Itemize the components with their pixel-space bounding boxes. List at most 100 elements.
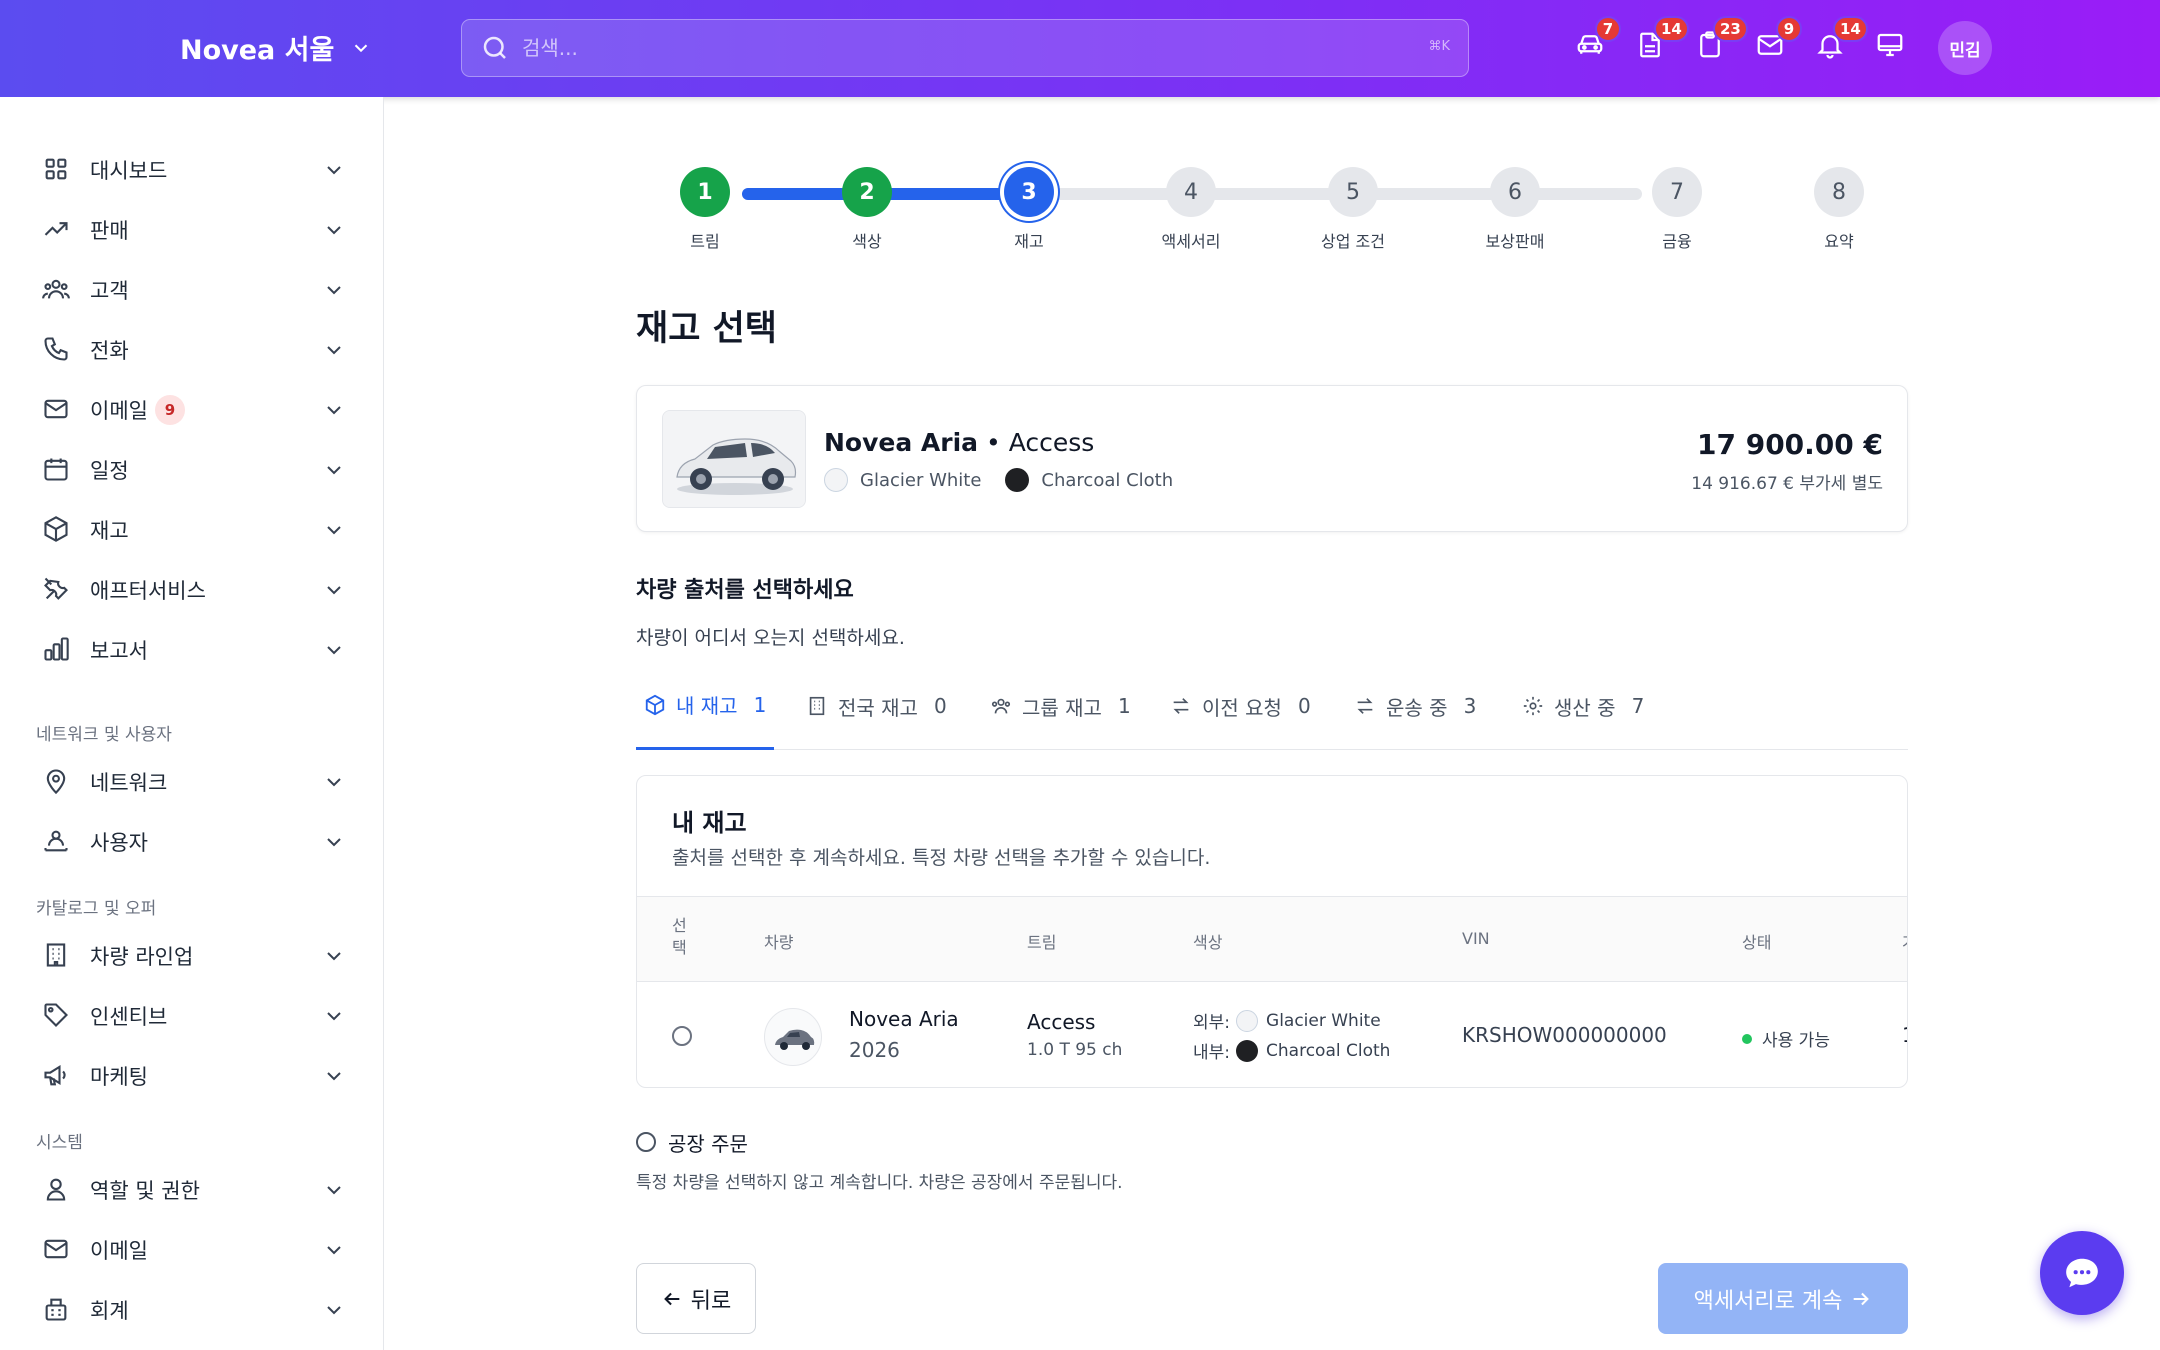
search-input[interactable] xyxy=(522,36,1382,60)
mail-badge: 9 xyxy=(1776,16,1802,42)
sidebar-item-lineup[interactable]: 차량 라인업 xyxy=(0,928,384,984)
column-header-vin: VIN xyxy=(1462,929,1490,948)
megaphone-icon xyxy=(42,1061,72,1091)
transfer-icon xyxy=(1173,698,1189,714)
gear-icon xyxy=(1523,696,1543,716)
email-count-badge: 9 xyxy=(155,395,185,425)
sidebar-item-customers[interactable]: 고객 xyxy=(0,262,384,318)
tab-label: 전국 재고 xyxy=(838,695,918,720)
cash-register-icon xyxy=(42,1295,72,1325)
tab-label: 이전 요청 xyxy=(1202,695,1282,720)
step-label: 액세서리 xyxy=(1161,232,1221,251)
row-vehicle-year: 2026 xyxy=(849,1038,900,1062)
header-display-button[interactable] xyxy=(1875,30,1911,66)
sidebar-item-after-service[interactable]: 애프터서비스 xyxy=(0,562,384,618)
tab-in-production[interactable]: 생산 중 7 xyxy=(1522,680,1644,750)
bar-chart-icon xyxy=(42,635,72,665)
user-network-icon xyxy=(42,827,72,857)
car-badge: 7 xyxy=(1595,16,1621,42)
step-1[interactable]: 1 xyxy=(680,167,730,217)
step-5[interactable]: 5 xyxy=(1328,167,1378,217)
step-label: 트림 xyxy=(690,232,720,251)
sidebar-item-phone[interactable]: 전화 xyxy=(0,322,384,378)
vehicle-price-excl-vat: 14 916.67 € 부가세 별도 xyxy=(1691,474,1883,494)
vehicle-price: 17 900.00 € xyxy=(1697,428,1883,461)
sidebar-item-accounting[interactable]: 회계 xyxy=(0,1282,384,1338)
sidebar-item-email[interactable]: 이메일 9 xyxy=(0,382,384,438)
table-header: 선택 차량 트림 색상 VIN 상태 가 xyxy=(637,896,1907,982)
factory-order-radio[interactable] xyxy=(636,1132,656,1152)
step-label: 색상 xyxy=(852,232,882,251)
interior-label: 내부: xyxy=(1193,1043,1231,1063)
sidebar-item-users[interactable]: 사용자 xyxy=(0,814,384,870)
step-3[interactable]: 3 xyxy=(1004,167,1054,217)
tab-count: 1 xyxy=(1117,694,1131,718)
dealership-switcher[interactable]: Novea 서울 xyxy=(180,28,372,67)
sidebar-item-inventory[interactable]: 재고 xyxy=(0,502,384,558)
sidebar-item-sales[interactable]: 판매 xyxy=(0,202,384,258)
tab-transfer-requests[interactable]: 이전 요청 0 xyxy=(1170,680,1311,750)
step-label: 요약 xyxy=(1824,232,1854,251)
calendar-icon xyxy=(42,455,72,485)
chevron-down-icon xyxy=(327,286,341,295)
column-header-color: 색상 xyxy=(1193,933,1223,952)
chevron-down-icon xyxy=(327,646,341,655)
sidebar-item-label: 이메일 xyxy=(90,399,148,423)
step-6[interactable]: 6 xyxy=(1490,167,1540,217)
sidebar-item-label: 보고서 xyxy=(90,639,148,663)
tab-my-inventory[interactable]: 내 재고 1 xyxy=(636,680,775,750)
column-header-vehicle: 차량 xyxy=(764,933,794,952)
sidebar-item-schedule[interactable]: 일정 xyxy=(0,442,384,498)
status-dot xyxy=(1742,1033,1752,1044)
sidebar-item-reports[interactable]: 보고서 xyxy=(0,622,384,678)
car-image xyxy=(662,410,806,508)
row-vin: KRSHOW000000000 xyxy=(1462,1023,1667,1047)
step-label: 상업 조건 xyxy=(1321,232,1385,251)
chevron-down-icon xyxy=(327,952,341,961)
continue-button-label: 액세서리로 계속 xyxy=(1693,1288,1843,1314)
row-status: 사용 가능 xyxy=(1742,1026,1830,1051)
vehicle-colors: Glacier White Charcoal Cloth xyxy=(824,468,1173,492)
sidebar-item-roles[interactable]: 역할 및 권한 xyxy=(0,1162,384,1218)
car-thumbnail xyxy=(764,1008,822,1066)
chat-button[interactable] xyxy=(2040,1231,2124,1315)
step-2[interactable]: 2 xyxy=(842,167,892,217)
step-4[interactable]: 4 xyxy=(1166,167,1216,217)
sidebar-item-system-email[interactable]: 이메일 xyxy=(0,1222,384,1278)
tab-group-inventory[interactable]: 그룹 재고 1 xyxy=(990,680,1131,750)
documents-badge: 14 xyxy=(1654,16,1689,42)
source-tabs: 내 재고 1 전국 재고 0 그룹 재고 1 이전 요청 0 운송 중 3 생산… xyxy=(636,680,1908,750)
grid-icon xyxy=(42,155,72,185)
sidebar-item-dashboard[interactable]: 대시보드 xyxy=(0,142,384,198)
search-bar[interactable]: ⌘K xyxy=(461,19,1469,77)
factory-order-label[interactable]: 공장 주문 xyxy=(668,1128,748,1157)
tab-label: 그룹 재고 xyxy=(1022,695,1102,720)
sidebar-item-label: 사용자 xyxy=(90,831,148,855)
row-select-radio[interactable] xyxy=(672,1026,692,1046)
sidebar-item-label: 이메일 xyxy=(90,1239,148,1263)
tab-national-inventory[interactable]: 전국 재고 0 xyxy=(806,680,947,750)
tab-in-transit[interactable]: 운송 중 3 xyxy=(1354,680,1476,750)
step-8[interactable]: 8 xyxy=(1814,167,1864,217)
column-header-status: 상태 xyxy=(1742,933,1772,952)
sidebar-item-label: 회계 xyxy=(90,1299,129,1323)
sidebar-item-network[interactable]: 네트워크 xyxy=(0,754,384,810)
continue-to-accessories-button[interactable]: 액세서리로 계속 xyxy=(1658,1263,1908,1334)
arrow-left-icon xyxy=(663,1292,680,1305)
sidebar-item-marketing[interactable]: 마케팅 xyxy=(0,1048,384,1104)
step-7[interactable]: 7 xyxy=(1652,167,1702,217)
table-row[interactable]: Novea Aria 2026 Access 1.0 T 95 ch 외부: G… xyxy=(637,982,1907,1087)
sidebar-item-label: 재고 xyxy=(90,519,129,543)
search-shortcut-hint: ⌘K xyxy=(1428,39,1450,54)
tag-icon xyxy=(42,1001,72,1031)
sidebar-item-incentives[interactable]: 인센티브 xyxy=(0,988,384,1044)
chevron-down-icon xyxy=(355,44,368,52)
exterior-color-label: Glacier White xyxy=(860,469,982,491)
sidebar-item-label: 네트워크 xyxy=(90,771,168,795)
notifications-badge: 14 xyxy=(1833,16,1868,42)
user-avatar[interactable]: 민김 xyxy=(1938,21,1992,75)
page-title: 재고 선택 xyxy=(636,309,777,349)
back-button[interactable]: 뒤로 xyxy=(636,1263,756,1334)
chevron-down-icon xyxy=(327,406,341,415)
exterior-color-swatch xyxy=(824,468,848,492)
